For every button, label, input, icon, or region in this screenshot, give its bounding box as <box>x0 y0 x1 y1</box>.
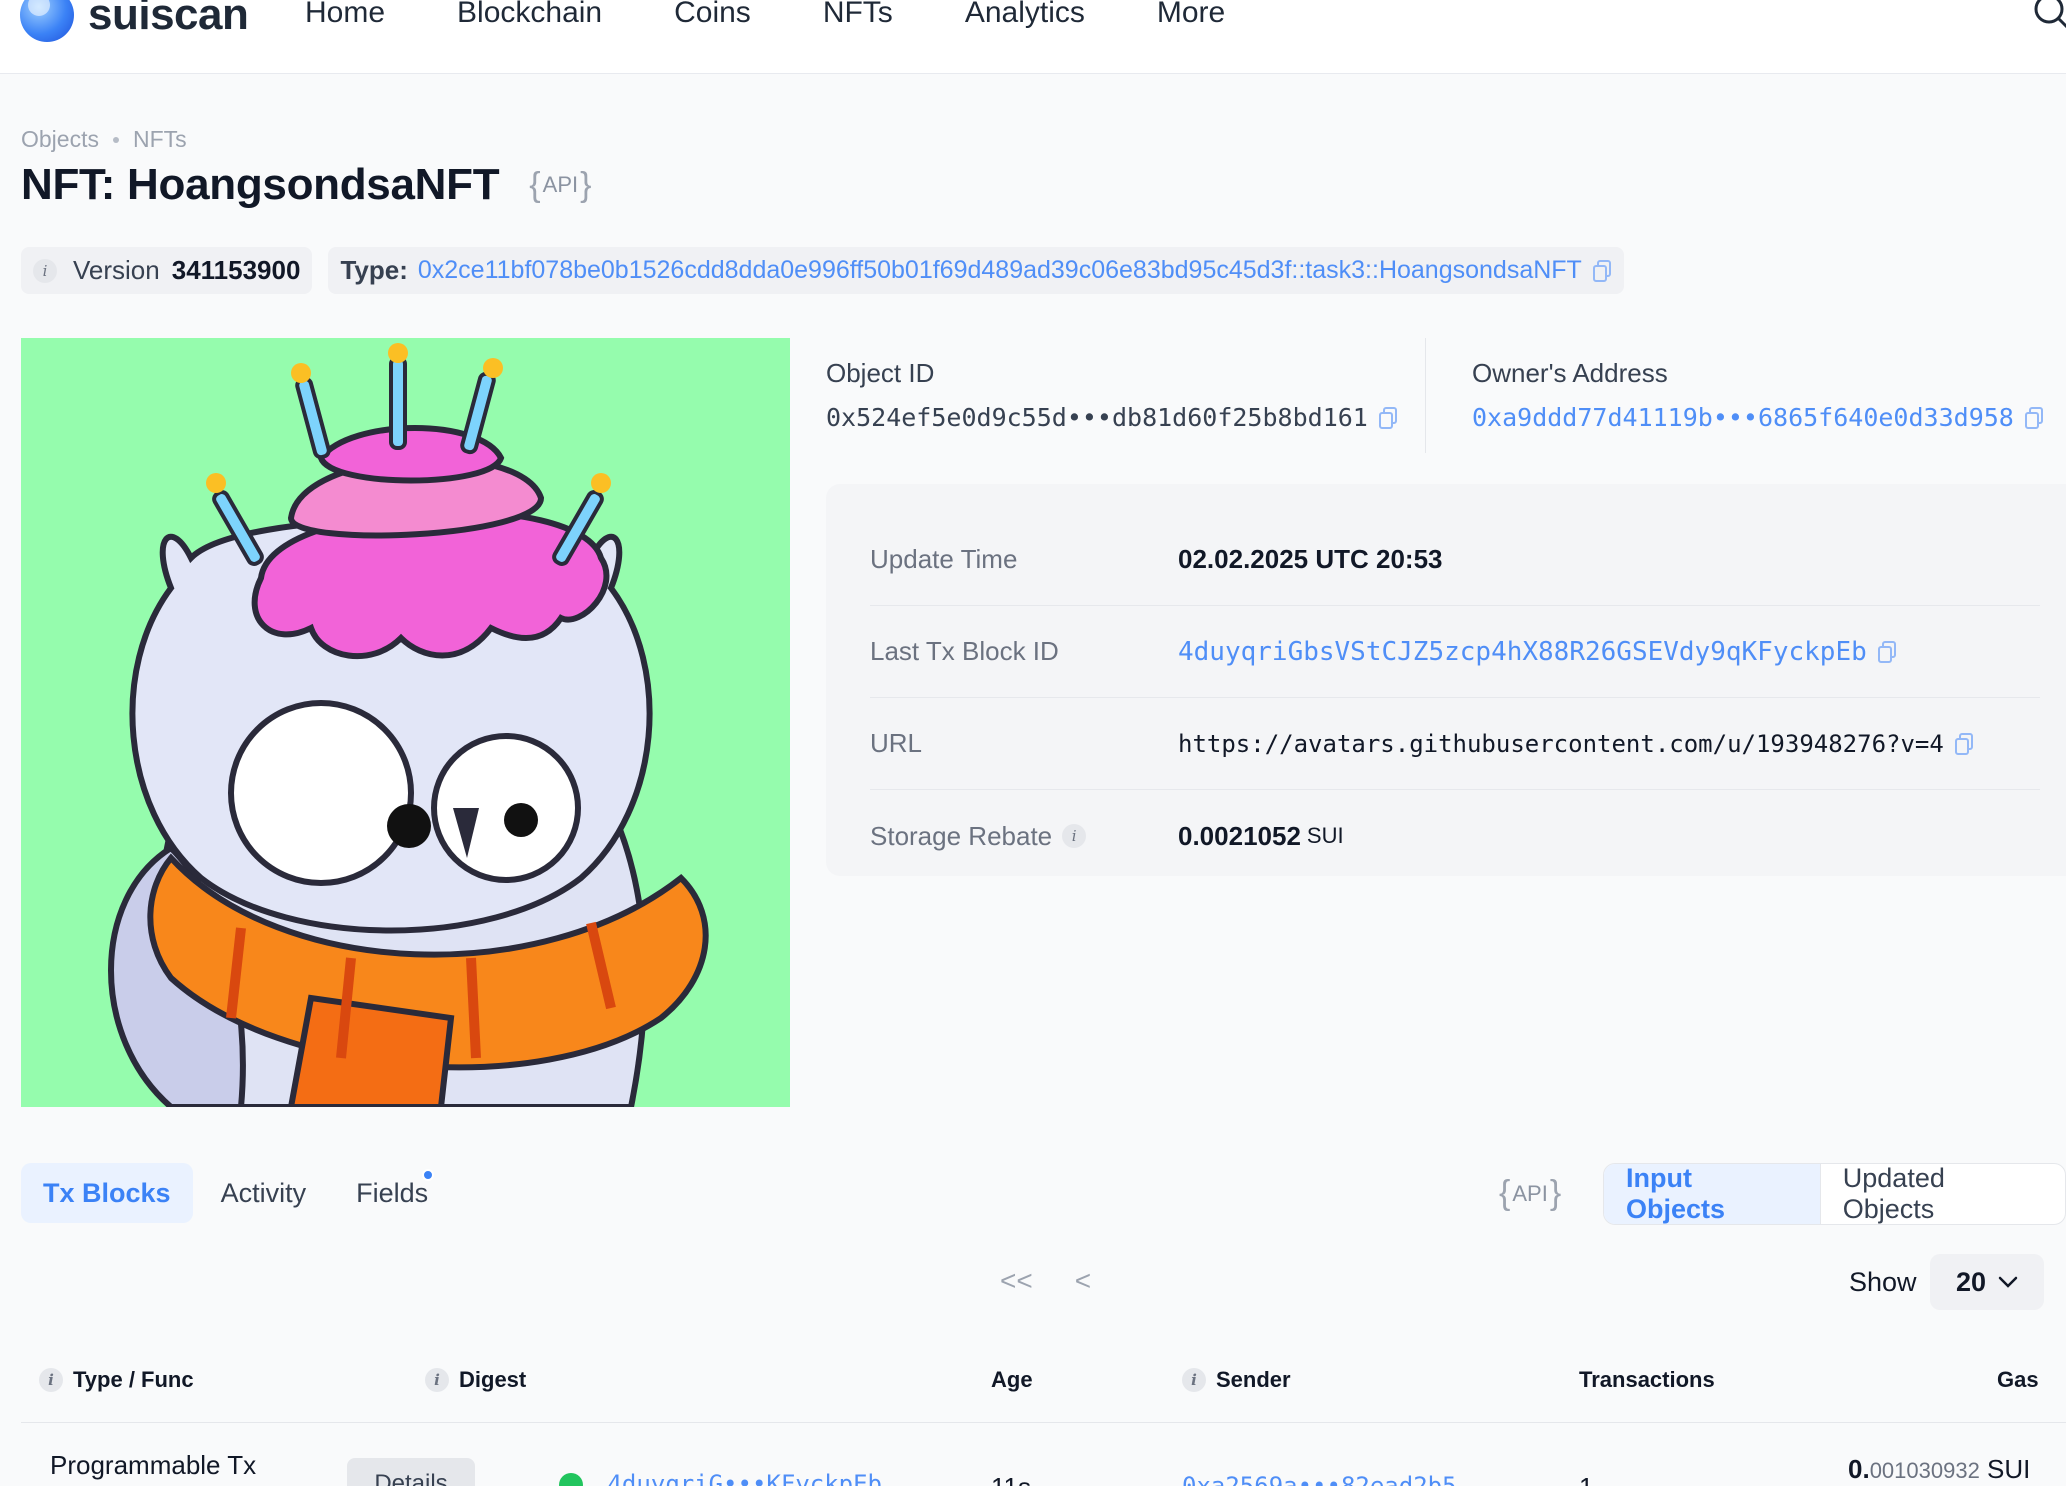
nav-coins[interactable]: Coins <box>674 0 751 30</box>
divider <box>1425 338 1426 453</box>
storage-rebate-unit: SUI <box>1306 823 1344 848</box>
row-transactions: 1 <box>1579 1472 1593 1486</box>
update-time-label: Update Time <box>870 544 1018 574</box>
api-brace-close-icon: } <box>580 165 592 204</box>
first-page-icon[interactable]: << <box>1000 1265 1033 1297</box>
nav-blockchain[interactable]: Blockchain <box>457 0 602 30</box>
storage-rebate-value: 0.0021052 <box>1178 820 1301 851</box>
tab-tx-blocks[interactable]: Tx Blocks <box>21 1163 193 1223</box>
page-title: NFT: HoangsondsaNFT <box>21 160 500 209</box>
last-tx-label: Last Tx Block ID <box>870 636 1059 666</box>
breadcrumb: Objects NFTs <box>21 126 187 153</box>
info-icon[interactable]: i <box>1182 1368 1206 1392</box>
row-gas-unit: SUI <box>1987 1454 2031 1484</box>
updated-objects-button[interactable]: Updated Objects <box>1819 1164 2065 1224</box>
header-sender: Sender <box>1216 1367 1291 1392</box>
tab-fields-label: Fields <box>356 1177 429 1208</box>
object-details-panel: Update Time 02.02.2025 UTC 20:53 Last Tx… <box>826 484 2066 876</box>
row-type: Programmable Tx <box>50 1450 257 1480</box>
copy-icon[interactable] <box>1877 640 1897 664</box>
owner-address-link[interactable]: 0xa9ddd77d41119b•••6865f640e0d33d958 <box>1472 403 2014 432</box>
version-chip: i Version 341153900 <box>21 247 313 294</box>
type-label: Type: <box>340 255 408 285</box>
header-gas: Gas <box>1997 1367 2039 1392</box>
type-value-link[interactable]: 0x2ce11bf078be0b1526cdd8dda0e996ff50b01f… <box>418 256 1582 285</box>
api-brace-close-icon: } <box>1549 1174 1562 1212</box>
row-age: 11s <box>991 1472 1031 1486</box>
suiscan-logo[interactable]: suiscan <box>20 0 249 42</box>
success-status-icon <box>559 1473 583 1486</box>
pagination: << < <box>1000 1265 1091 1297</box>
detail-row-storage-rebate: Storage Rebate i 0.0021052 SUI <box>870 790 2040 882</box>
breadcrumb-objects[interactable]: Objects <box>21 126 99 153</box>
main-nav: Home Blockchain Coins NFTs Analytics Mor… <box>305 0 1225 30</box>
page-size-value: 20 <box>1955 1266 1987 1297</box>
input-objects-button[interactable]: Input Objects <box>1604 1164 1820 1224</box>
header-age: Age <box>991 1367 1033 1392</box>
url-value: https://avatars.githubusercontent.com/u/… <box>1178 729 1944 758</box>
info-icon[interactable]: i <box>425 1368 449 1392</box>
notification-dot <box>422 1169 435 1181</box>
header-digest: Digest <box>459 1367 527 1392</box>
update-time-value: 02.02.2025 UTC 20:53 <box>1178 544 1443 574</box>
copy-icon[interactable] <box>1592 259 1612 283</box>
chevron-down-icon <box>1998 1276 2018 1288</box>
header-transactions: Transactions <box>1579 1367 1715 1392</box>
prev-page-icon[interactable]: < <box>1075 1265 1091 1297</box>
tab-activity[interactable]: Activity <box>199 1163 329 1223</box>
details-button[interactable]: Details <box>347 1458 475 1486</box>
row-gas-frac: 001030932 <box>1869 1458 1980 1483</box>
objects-filter-toggle: Input Objects Updated Objects <box>1603 1163 2066 1225</box>
row-gas-int: 0. <box>1848 1454 1870 1484</box>
object-id-block: Object ID 0x524ef5e0d9c55d•••db81d60f25b… <box>826 358 1398 432</box>
suiscan-logo-icon <box>20 0 74 42</box>
nav-more[interactable]: More <box>1157 0 1225 30</box>
nav-analytics[interactable]: Analytics <box>965 0 1085 30</box>
owner-address-label: Owner's Address <box>1472 358 1668 388</box>
api-brace-open-icon: { <box>529 165 541 204</box>
info-icon[interactable]: i <box>33 258 57 283</box>
logo-text: suiscan <box>88 0 249 39</box>
last-tx-link[interactable]: 4duyqriGbsVStCJZ5zcp4hX88R26GSEVdy9qKFyc… <box>1178 637 1867 667</box>
storage-rebate-label: Storage Rebate <box>870 820 1053 851</box>
search-icon[interactable] <box>2032 0 2066 32</box>
object-id-label: Object ID <box>826 358 935 388</box>
version-value: 341153900 <box>171 255 301 285</box>
top-navigation-bar: suiscan Home Blockchain Coins NFTs Analy… <box>0 0 2066 74</box>
detail-row-update-time: Update Time 02.02.2025 UTC 20:53 <box>870 514 2040 606</box>
owl-cake-illustration <box>21 338 790 1107</box>
nav-home[interactable]: Home <box>305 0 385 30</box>
detail-row-url: URL https://avatars.githubusercontent.co… <box>870 698 2040 790</box>
info-icon[interactable]: i <box>1062 824 1087 848</box>
detail-row-last-tx: Last Tx Block ID 4duyqriGbsVStCJZ5zcp4hX… <box>870 606 2040 698</box>
owner-address-block: Owner's Address 0xa9ddd77d41119b•••6865f… <box>1472 358 2044 432</box>
tab-fields[interactable]: Fields <box>334 1163 450 1223</box>
row-digest-link[interactable]: 4duyqriG•••KFyckpEb <box>607 1470 882 1486</box>
show-label: Show <box>1849 1267 1917 1297</box>
header-type-func: Type / Func <box>73 1367 194 1392</box>
url-label: URL <box>870 728 923 758</box>
nft-image <box>21 338 790 1107</box>
api-link[interactable]: { API } <box>529 166 591 205</box>
table-header: i Type / Func i Digest Age i Sender Tran… <box>21 1335 2066 1423</box>
copy-icon[interactable] <box>1954 732 1974 756</box>
row-sender-link[interactable]: 0xa2569a•••82ead2b5 <box>1182 1472 1457 1486</box>
copy-icon[interactable] <box>1378 406 1398 430</box>
table-api-link[interactable]: { API } <box>1499 1174 1561 1213</box>
copy-icon[interactable] <box>2024 406 2044 430</box>
info-icon[interactable]: i <box>39 1368 63 1392</box>
version-label: Version <box>73 255 160 285</box>
breadcrumb-nfts[interactable]: NFTs <box>133 126 187 153</box>
object-id-value: 0x524ef5e0d9c55d•••db81d60f25b8bd161 <box>826 403 1368 432</box>
api-label: API <box>1512 1180 1548 1206</box>
table-row[interactable]: Programmable Tx Details 4duyqriG•••KFyck… <box>21 1424 2066 1486</box>
api-brace-open-icon: { <box>1499 1174 1511 1212</box>
type-chip: Type: 0x2ce11bf078be0b1526cdd8dda0e996ff… <box>328 247 1624 294</box>
breadcrumb-separator <box>112 136 119 143</box>
object-tabs: Tx Blocks Activity Fields <box>21 1163 450 1223</box>
page-size-select[interactable]: 20 <box>1930 1254 2044 1310</box>
api-label: API <box>542 172 579 197</box>
nav-nfts[interactable]: NFTs <box>823 0 893 30</box>
